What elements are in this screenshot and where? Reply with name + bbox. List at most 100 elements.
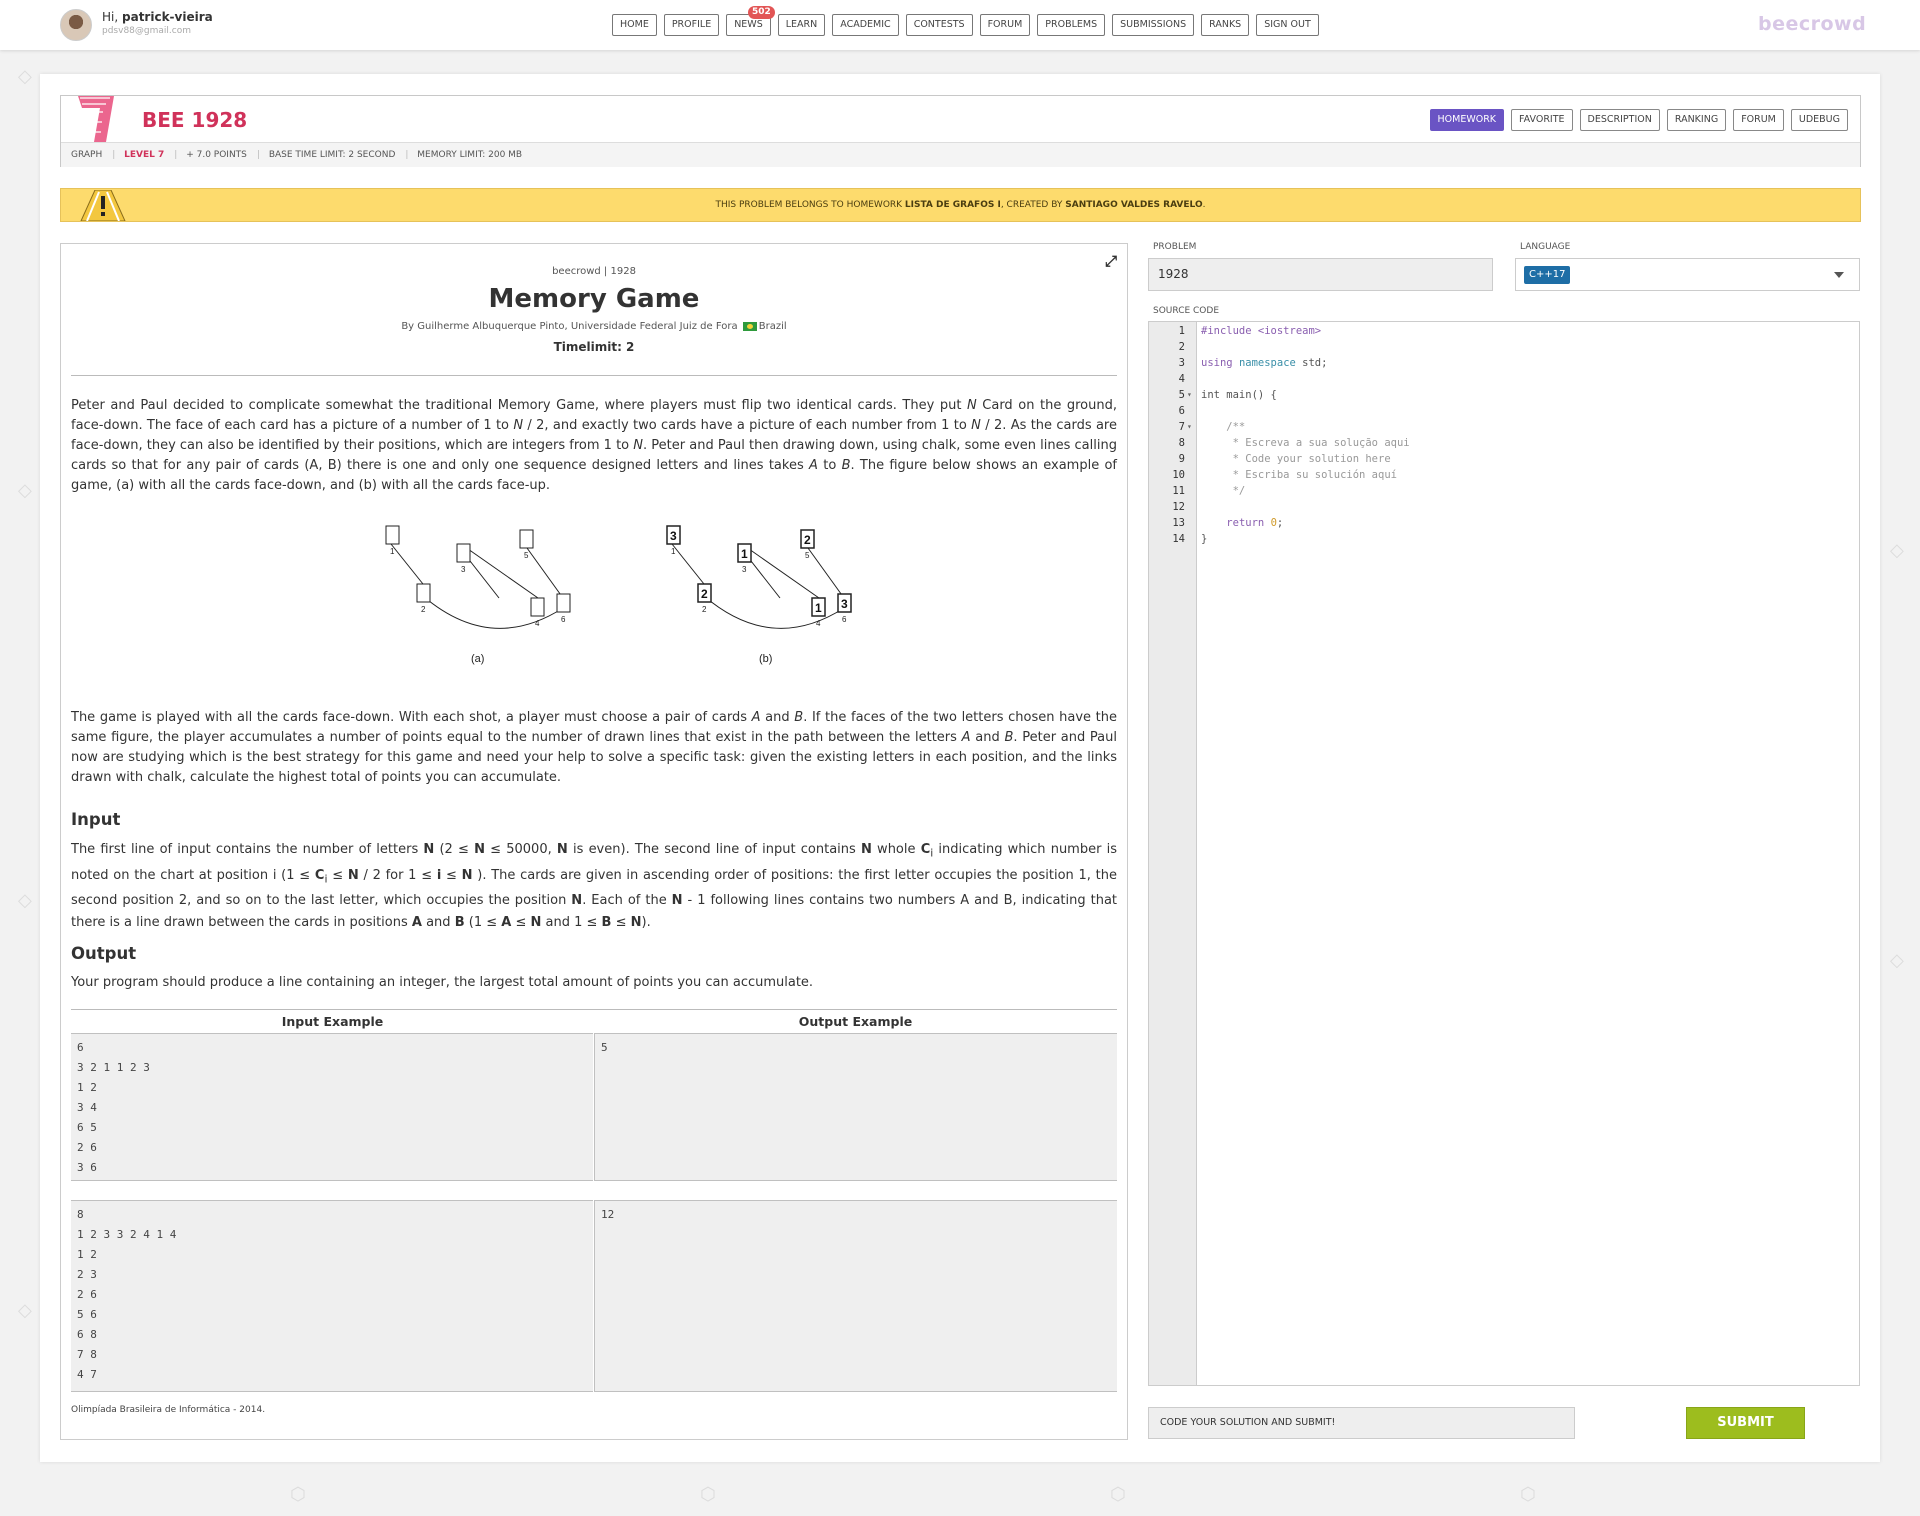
user-name: patrick-vieira — [122, 10, 213, 24]
problem-meta-bar: GRAPH | LEVEL 7 | + 7.0 POINTS | BASE TIME … — [61, 142, 1860, 167]
background-diamond-icon: ◇ — [1890, 540, 1904, 561]
nav-sign-out-button[interactable]: SIGN OUT — [1256, 14, 1319, 36]
background-hexagon-icon: ⬡ — [290, 1484, 306, 1505]
background-diamond-icon: ◇ — [18, 1300, 32, 1321]
user-avatar[interactable] — [60, 9, 92, 41]
problem-category[interactable]: GRAPH — [71, 150, 102, 160]
code-line: 9 * Code your solution here — [1178, 453, 1391, 465]
input-example-heading: Input Example — [281, 1014, 384, 1029]
news-count-badge: 502 — [747, 6, 775, 19]
author-country: Brazil — [758, 321, 787, 332]
banner-prefix: THIS PROBLEM BELONGS TO HOMEWORK — [715, 200, 905, 210]
figure-caption-b: (b) — [759, 653, 772, 665]
main-nav: HOME PROFILE NEWS 502 LEARN ACADEMIC CONT… — [612, 6, 1326, 36]
example-2-output[interactable]: 12 — [595, 1200, 1117, 1392]
example-divider — [594, 1200, 595, 1392]
submit-button[interactable]: SUBMIT — [1686, 1407, 1805, 1439]
language-select[interactable]: C++17 — [1515, 258, 1860, 291]
homework-banner: THIS PROBLEM BELONGS TO HOMEWORK LISTA D… — [60, 188, 1861, 222]
problem-statement-panel: ⤢ beecrowd | 1928 Memory Game By Guilher… — [60, 243, 1128, 1440]
output-paragraph: Your program should produce a line conta… — [71, 975, 814, 990]
code-line: 1 #include <iostream> — [1178, 325, 1322, 337]
tab-forum[interactable]: FORUM — [1733, 109, 1784, 131]
example-1-input[interactable]: 6 3 2 1 1 2 3 1 2 3 4 6 5 2 6 3 6 — [71, 1033, 593, 1181]
code-line: 3 using namespace std; — [1178, 357, 1328, 369]
position-label: 1 — [390, 547, 395, 556]
problem-header: BEE 1928 HOMEWORK FAVORITE DESCRIPTION R… — [60, 95, 1861, 167]
greeting-prefix: Hi, — [102, 10, 122, 24]
nav-news-button[interactable]: NEWS 502 — [726, 6, 775, 36]
position-label: 6 — [561, 615, 566, 624]
tab-favorite[interactable]: FAVORITE — [1511, 109, 1573, 131]
problem-credit: Olimpíada Brasileira de Informática - 20… — [71, 1405, 266, 1415]
banner-middle: , CREATED BY — [1000, 200, 1066, 210]
intro-paragraph: Peter and Paul decided to complicate som… — [71, 398, 1118, 493]
level-logo-icon — [78, 96, 114, 142]
position-label: 2 — [421, 605, 426, 614]
code-line: 4 — [1178, 373, 1185, 385]
tab-homework[interactable]: HOMEWORK — [1429, 109, 1505, 131]
background-diamond-icon: ◇ — [1890, 950, 1904, 971]
problem-title: Memory Game — [488, 284, 700, 314]
code-line: 7 ▾ /** — [1178, 421, 1246, 433]
user-greeting: Hi, patrick-vieira — [102, 10, 213, 24]
tab-udebug[interactable]: UDEBUG — [1790, 109, 1848, 131]
nav-contests-button[interactable]: CONTESTS — [905, 14, 973, 36]
output-example-heading: Output Example — [798, 1014, 913, 1029]
author-text: By Guilherme Albuquerque Pinto, Universi… — [401, 321, 738, 332]
card-value: 2 — [701, 587, 708, 601]
banner-suffix: . — [1202, 200, 1206, 210]
top-navigation-bar: Hi, patrick-vieira pdsv88@gmail.com HOME… — [0, 0, 1920, 50]
banner-creator: SANTIAGO VALDES RAVELO — [1065, 200, 1203, 210]
input-paragraph: The first line of input contains the num… — [71, 842, 1118, 931]
game-paragraph: The game is played with all the cards fa… — [71, 710, 1118, 785]
tab-description[interactable]: DESCRIPTION — [1579, 109, 1660, 131]
problem-time-limit: BASE TIME LIMIT: 2 SECOND — [268, 150, 396, 160]
nav-problems-button[interactable]: PROBLEMS — [1037, 14, 1106, 36]
problem-tabs: HOMEWORK FAVORITE DESCRIPTION RANKING FO… — [1423, 109, 1848, 131]
output-heading: Output — [71, 944, 137, 963]
figure-caption-a: (a) — [471, 653, 484, 665]
nav-academic-button[interactable]: ACADEMIC — [832, 14, 899, 36]
tab-ranking[interactable]: RANKING — [1666, 109, 1727, 131]
example-1-output[interactable]: 5 — [595, 1033, 1117, 1181]
nav-learn-button[interactable]: LEARN — [777, 14, 826, 36]
problem-timelimit: Timelimit: 2 — [553, 340, 635, 354]
position-label: 2 — [702, 605, 707, 614]
code-line: 11 */ — [1172, 485, 1246, 497]
background-hexagon-icon: ⬡ — [1520, 1484, 1536, 1505]
example-divider — [594, 1033, 595, 1181]
code-line: 8 * Escreva a sua solução aqui — [1178, 437, 1410, 449]
nav-profile-button[interactable]: PROFILE — [663, 14, 720, 36]
nav-home-button[interactable]: HOME — [612, 14, 657, 36]
problem-author: By Guilherme Albuquerque Pinto, Universi… — [61, 321, 1127, 332]
figure-a — [385, 525, 571, 629]
nav-submissions-button[interactable]: SUBMISSIONS — [1112, 14, 1195, 36]
position-label: 3 — [742, 565, 747, 574]
example-2-input[interactable]: 8 1 2 3 3 2 4 1 4 1 2 2 3 2 6 5 6 6 8 7 … — [71, 1200, 593, 1392]
fold-arrow-icon: ▾ — [1187, 390, 1192, 399]
background-diamond-icon: ◇ — [18, 890, 32, 911]
code-line: 12 — [1172, 501, 1185, 513]
brand-logo[interactable]: beecrowd — [1758, 13, 1866, 35]
problem-code-title: BEE 1928 — [142, 108, 248, 132]
warning-icon — [80, 190, 126, 221]
background-diamond-icon: ◇ — [18, 66, 32, 87]
background-hexagon-icon: ⬡ — [700, 1484, 716, 1505]
language-label: LANGUAGE — [1520, 242, 1571, 252]
problem-points: + 7.0 POINTS — [186, 150, 247, 160]
banner-homework-link[interactable]: LISTA DE GRAFOS I — [905, 200, 1001, 210]
nav-ranks-button[interactable]: RANKS — [1201, 14, 1250, 36]
problem-source: beecrowd | 1928 — [552, 266, 636, 277]
card-value: 1 — [741, 547, 748, 561]
brazil-flag-icon — [742, 321, 757, 331]
source-code-label: SOURCE CODE — [1153, 306, 1220, 316]
code-line: 5 ▾ int main() { — [1178, 389, 1277, 401]
position-label: 3 — [461, 565, 466, 574]
position-label: 6 — [842, 615, 847, 624]
code-editor[interactable]: 1 #include <iostream> 2 3 using namespace … — [1148, 321, 1860, 1386]
problem-id-field[interactable]: 1928 — [1148, 258, 1493, 291]
figure-b — [666, 525, 852, 629]
problem-label: PROBLEM — [1153, 242, 1197, 252]
nav-forum-button[interactable]: FORUM — [979, 14, 1031, 36]
